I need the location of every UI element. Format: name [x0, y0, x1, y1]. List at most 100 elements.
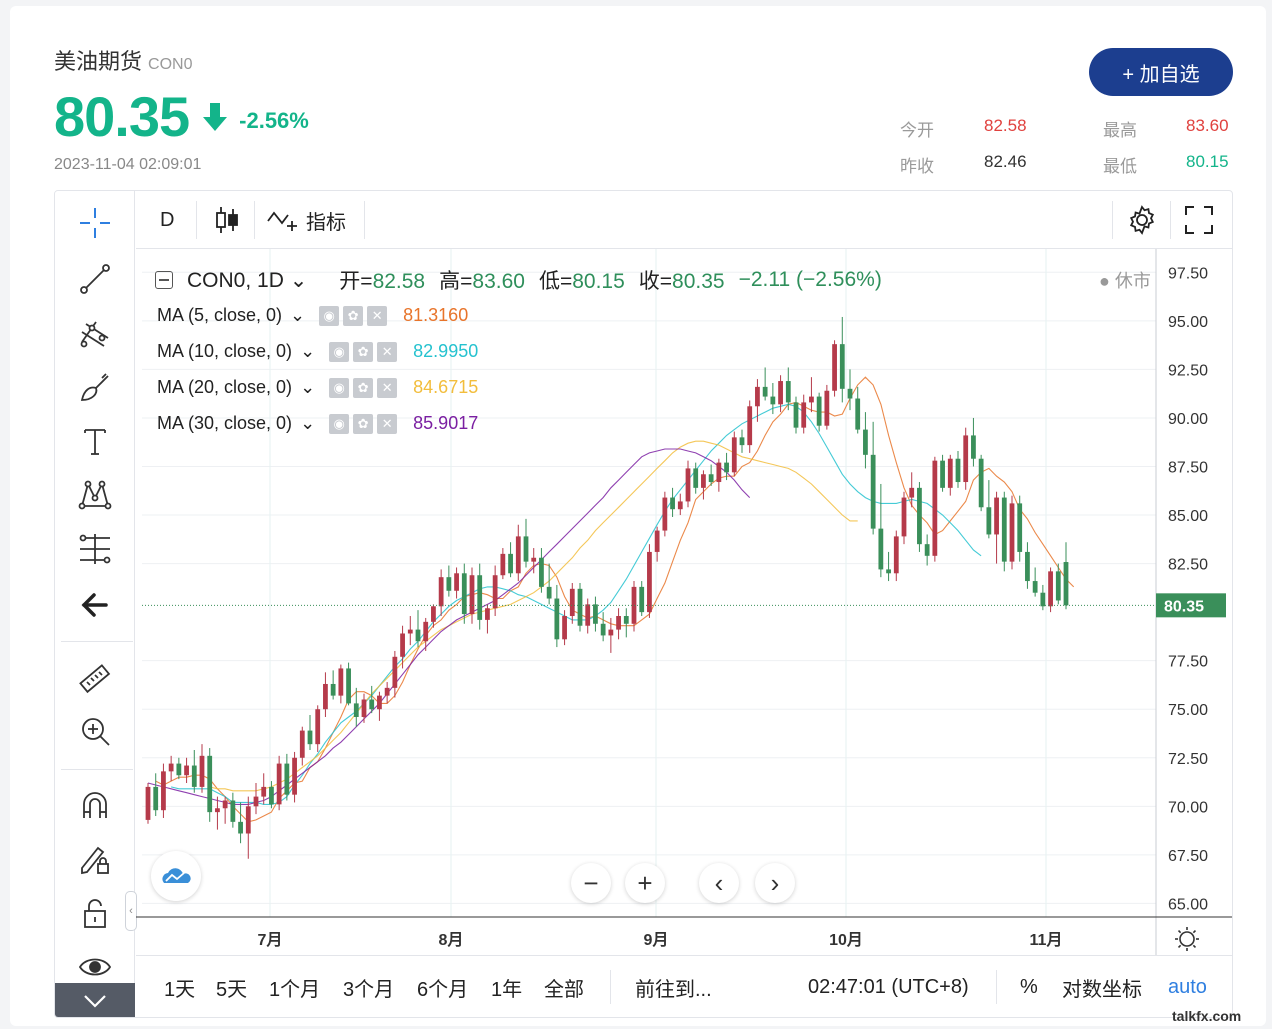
candle-body	[870, 454, 876, 529]
candle-body	[855, 398, 861, 430]
legend-low: 低=80.15	[539, 265, 625, 295]
range-1y-button[interactable]: 1年	[491, 956, 522, 1017]
fib-tool[interactable]	[77, 531, 113, 567]
interval-button[interactable]: D	[160, 191, 174, 249]
back-tool[interactable]	[77, 587, 113, 623]
range-5d-button[interactable]: 5天	[216, 956, 247, 1017]
ma-legend-row[interactable]: MA (10, close, 0) ⌄ ◉ ✿ ✕ 82.9950	[157, 341, 478, 362]
lock-drawing-tool[interactable]	[77, 841, 113, 877]
timezone-clock[interactable]: 02:47:01 (UTC+8)	[808, 956, 969, 1017]
bottom-divider	[610, 970, 611, 1004]
time-axis-label: 9月	[644, 931, 669, 949]
close-icon[interactable]: ✕	[377, 377, 398, 398]
eye-icon[interactable]: ◉	[329, 413, 350, 434]
ma-line	[147, 448, 751, 805]
scroll-left-button[interactable]: ‹	[699, 863, 739, 903]
collapse-legend-icon[interactable]	[155, 271, 173, 289]
legend-symbol[interactable]: CON0, 1D ⌄	[187, 268, 307, 293]
fullscreen-button[interactable]	[1184, 191, 1214, 249]
candle-body	[932, 460, 938, 556]
range-6m-button[interactable]: 6个月	[417, 956, 468, 1017]
candle-body	[731, 437, 737, 473]
trendline-tool[interactable]	[77, 261, 113, 297]
candle-body	[1009, 503, 1015, 562]
magnet-tool[interactable]	[77, 787, 113, 823]
ma-legend-row[interactable]: MA (30, close, 0) ⌄ ◉ ✿ ✕ 85.9017	[157, 413, 478, 434]
percent-scale-toggle[interactable]: %	[1020, 956, 1038, 1017]
crosshair-tool[interactable]	[77, 205, 113, 241]
legend-open: 开=82.58	[339, 265, 425, 295]
instrument-title: 美油期货 CON0	[54, 44, 192, 76]
eye-icon[interactable]: ◉	[329, 341, 350, 362]
price-axis-label: 92.50	[1168, 362, 1208, 379]
axis-settings-icon-ray	[1177, 929, 1182, 934]
gear-icon[interactable]: ✿	[353, 413, 374, 434]
candle-body	[832, 344, 837, 391]
range-1m-button[interactable]: 1个月	[269, 956, 320, 1017]
instrument-code: CON0	[148, 56, 193, 73]
low-label: 最低	[1103, 157, 1137, 176]
candle-body	[1025, 551, 1030, 582]
collapse-toolbar-button[interactable]	[55, 983, 135, 1017]
zoom-in-icon	[82, 718, 110, 746]
visibility-tool[interactable]	[77, 949, 113, 985]
high-value: 83.60	[1186, 116, 1229, 135]
gear-icon[interactable]: ✿	[343, 305, 364, 326]
zoom-tool[interactable]	[77, 713, 113, 749]
time-axis-label: 11月	[1030, 931, 1063, 949]
unlock-tool[interactable]	[77, 895, 113, 931]
candle-body	[762, 386, 768, 397]
indicators-button[interactable]: 指标	[266, 191, 346, 249]
close-icon[interactable]: ✕	[377, 413, 398, 434]
close-icon[interactable]: ✕	[377, 341, 398, 362]
gear-icon[interactable]: ✿	[353, 341, 374, 362]
eye-icon[interactable]: ◉	[319, 305, 340, 326]
ma-legend-row[interactable]: MA (20, close, 0) ⌄ ◉ ✿ ✕ 84.6715	[157, 377, 478, 398]
add-watchlist-button[interactable]: + 加自选	[1089, 48, 1233, 96]
pattern-tool[interactable]	[77, 477, 113, 513]
ma-value: 82.9950	[413, 341, 479, 361]
goto-date-button[interactable]: 前往到...	[635, 956, 712, 1017]
range-1d-button[interactable]: 1天	[164, 956, 195, 1017]
indicators-label: 指标	[306, 211, 346, 234]
candle-body	[230, 800, 236, 822]
range-3m-button[interactable]: 3个月	[343, 956, 394, 1017]
candle-body	[346, 668, 351, 704]
candle-body	[438, 577, 444, 607]
chevron-down-icon: ⌄	[290, 305, 306, 325]
brush-tool[interactable]	[77, 369, 113, 405]
candle-body	[886, 569, 891, 574]
ma-legend-row[interactable]: MA (5, close, 0) ⌄ ◉ ✿ ✕ 81.3160	[157, 305, 468, 326]
eye-icon[interactable]: ◉	[329, 377, 350, 398]
log-scale-toggle[interactable]: 对数坐标	[1062, 956, 1142, 1017]
range-all-button[interactable]: 全部	[544, 956, 584, 1017]
candle-body	[184, 765, 189, 776]
pitchfork-tool[interactable]	[77, 315, 113, 351]
candle-body	[261, 786, 267, 797]
cloud-chart-icon	[162, 868, 191, 883]
candle-body	[207, 755, 213, 813]
pattern-icon	[78, 480, 112, 510]
chart-type-button[interactable]	[214, 191, 240, 249]
candle-body	[878, 528, 884, 570]
chart-logo-button[interactable]	[151, 851, 201, 901]
chevron-down-icon	[84, 995, 106, 1008]
zoom-in-button[interactable]: +	[625, 863, 665, 903]
scroll-right-button[interactable]: ›	[755, 863, 795, 903]
ma-value: 85.9017	[413, 413, 479, 433]
zoom-out-button[interactable]: −	[571, 863, 611, 903]
candle-body	[191, 765, 197, 787]
text-tool[interactable]	[77, 423, 113, 459]
candle-body	[963, 435, 969, 483]
toolbar-divider	[254, 201, 255, 239]
ruler-tool[interactable]	[77, 661, 113, 697]
gear-icon[interactable]: ✿	[353, 377, 374, 398]
candle-body	[685, 468, 691, 502]
candle-body	[145, 786, 151, 820]
candle-body	[785, 381, 791, 403]
down-arrow-icon	[203, 102, 228, 131]
candle-body	[500, 553, 506, 576]
candle-body	[809, 396, 814, 403]
settings-button[interactable]	[1126, 191, 1158, 249]
close-icon[interactable]: ✕	[367, 305, 388, 326]
